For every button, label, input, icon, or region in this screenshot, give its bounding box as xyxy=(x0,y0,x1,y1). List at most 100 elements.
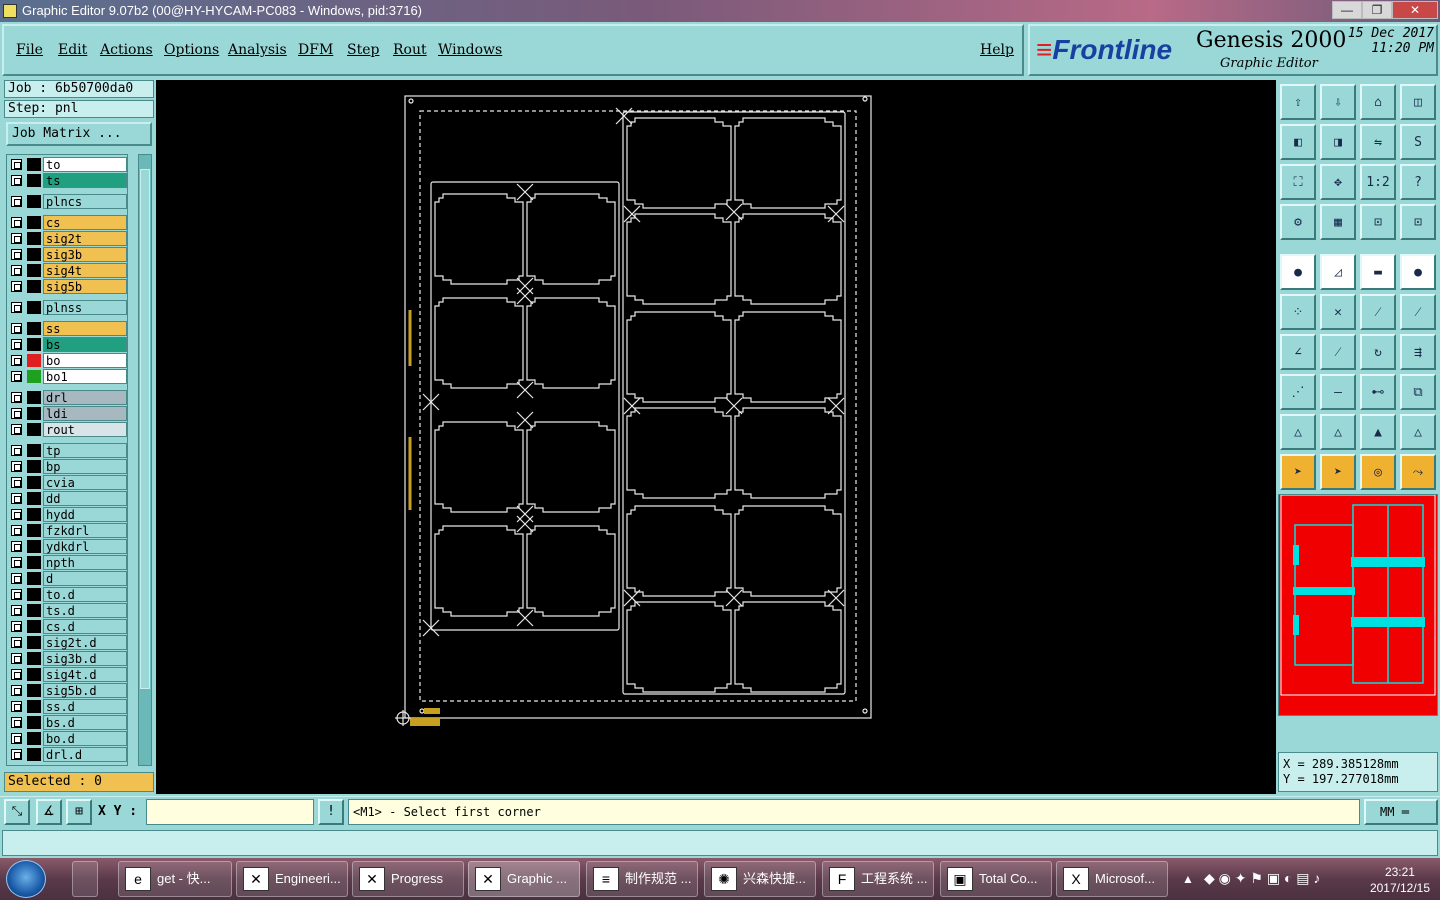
layer-checkbox[interactable] xyxy=(11,669,22,680)
menu-options[interactable]: Options xyxy=(164,42,219,58)
layer-row-tp[interactable]: tp xyxy=(9,443,127,458)
layer-name[interactable]: bo xyxy=(43,353,127,368)
layer-name[interactable]: bp xyxy=(43,459,127,474)
layer-checkbox[interactable] xyxy=(11,701,22,712)
group-icon[interactable]: ⧉ xyxy=(1400,374,1436,410)
layer-checkbox[interactable] xyxy=(11,233,22,244)
layer-name[interactable]: cs.d xyxy=(43,619,127,634)
layer-name[interactable]: tp xyxy=(43,443,127,458)
pinned-app-icon[interactable] xyxy=(72,861,98,897)
layer-row-d[interactable]: d xyxy=(9,571,127,586)
layer-name[interactable]: cs xyxy=(43,215,127,230)
minimize-button[interactable]: — xyxy=(1332,1,1362,19)
task-graphic[interactable]: ✕ Graphic ... xyxy=(468,861,580,897)
layer-row-npth[interactable]: npth xyxy=(9,555,127,570)
zoom-fit-icon[interactable]: ⛶ xyxy=(1280,164,1316,200)
layer-checkbox[interactable] xyxy=(11,493,22,504)
tray-clock[interactable]: 23:21 2017/12/15 xyxy=(1370,864,1430,896)
layer-checkbox[interactable] xyxy=(11,525,22,536)
draw-icon[interactable]: ⁄ xyxy=(1320,334,1356,370)
zoom-area-icon[interactable]: ⤡ xyxy=(4,799,30,825)
layer-row-cs[interactable]: cs xyxy=(9,215,127,230)
layer-checkbox[interactable] xyxy=(11,249,22,260)
layer-row-ss[interactable]: ss xyxy=(9,321,127,336)
layer-checkbox[interactable] xyxy=(11,541,22,552)
layer-row-bo.d[interactable]: bo.d xyxy=(9,731,127,746)
step-left-icon[interactable]: ◧ xyxy=(1280,124,1316,160)
layer-name[interactable]: ts xyxy=(43,173,127,188)
layer-name[interactable]: d xyxy=(43,571,127,586)
layer-row-to.d[interactable]: to.d xyxy=(9,587,127,602)
layer-row-to[interactable]: to xyxy=(9,157,127,172)
grid-icon[interactable]: ▦ xyxy=(1320,204,1356,240)
layer-checkbox[interactable] xyxy=(11,217,22,228)
angle-icon[interactable]: ∠ xyxy=(1280,334,1316,370)
settings-icon[interactable]: ⚙ xyxy=(1280,204,1316,240)
task-spec[interactable]: ≡ 制作规范 ... xyxy=(586,861,698,897)
menu-actions[interactable]: Actions xyxy=(100,42,153,58)
pointer-icon[interactable]: ➤ xyxy=(1280,454,1316,490)
snap-grid-icon[interactable]: ⊞ xyxy=(66,799,92,825)
task-excel[interactable]: X Microsof... xyxy=(1056,861,1168,897)
net-icon[interactable]: ⁘ xyxy=(1280,294,1316,330)
layer-name[interactable]: ldi xyxy=(43,406,127,421)
layer-row-bo1[interactable]: bo1 xyxy=(9,369,127,384)
layer-name[interactable]: ydkdrl xyxy=(43,539,127,554)
select-icon[interactable]: ➤ xyxy=(1320,454,1356,490)
menu-analysis[interactable]: Analysis xyxy=(228,42,287,58)
arc-icon[interactable]: ↻ xyxy=(1360,334,1396,370)
step-right-icon[interactable]: ◨ xyxy=(1320,124,1356,160)
layer-name[interactable]: plnss xyxy=(43,300,127,315)
task-progress[interactable]: ✕ Progress xyxy=(352,861,464,897)
help-icon[interactable]: ? xyxy=(1400,164,1436,200)
layer-name[interactable]: sig5b xyxy=(43,279,127,294)
layer-checkbox[interactable] xyxy=(11,621,22,632)
layer-checkbox[interactable] xyxy=(11,408,22,419)
snap-active-icon[interactable]: ⊡ xyxy=(1400,204,1436,240)
dot-icon[interactable]: ● xyxy=(1400,254,1436,290)
layer-row-bs.d[interactable]: bs.d xyxy=(9,715,127,730)
menu-dfm[interactable]: DFM xyxy=(298,42,333,58)
graphic-canvas[interactable] xyxy=(156,80,1276,794)
select-pad-icon[interactable]: ● xyxy=(1280,254,1316,290)
layer-checkbox[interactable] xyxy=(11,461,22,472)
layer-row-hydd[interactable]: hydd xyxy=(9,507,127,522)
close-button[interactable]: ✕ xyxy=(1392,1,1438,19)
triangle-cut-icon[interactable]: △ xyxy=(1400,414,1436,450)
layer-checkbox[interactable] xyxy=(11,573,22,584)
menu-rout[interactable]: Rout xyxy=(393,42,427,58)
layer-checkbox[interactable] xyxy=(11,281,22,292)
menu-windows[interactable]: Windows xyxy=(438,42,502,58)
home-icon[interactable]: ⌂ xyxy=(1360,84,1396,120)
layer-name[interactable]: sig4t xyxy=(43,263,127,278)
layer-name[interactable]: npth xyxy=(43,555,127,570)
layer-checkbox[interactable] xyxy=(11,339,22,350)
layer-row-sig5b[interactable]: sig5b xyxy=(9,279,127,294)
layer-row-drl[interactable]: drl xyxy=(9,390,127,405)
layer-row-sig2t.d[interactable]: sig2t.d xyxy=(9,635,127,650)
triangle-up-icon[interactable]: △ xyxy=(1320,414,1356,450)
layer-checkbox[interactable] xyxy=(11,557,22,568)
layer-name[interactable]: cvia xyxy=(43,475,127,490)
layer-checkbox[interactable] xyxy=(11,159,22,170)
layer-checkbox[interactable] xyxy=(11,265,22,276)
layer-row-plnss[interactable]: plnss xyxy=(9,300,127,315)
layer-row-drl.d[interactable]: drl.d xyxy=(9,747,127,762)
layer-name[interactable]: rout xyxy=(43,422,127,437)
layer-checkbox[interactable] xyxy=(11,653,22,664)
xy-input[interactable] xyxy=(146,799,314,825)
vertex-icon[interactable]: ⋰ xyxy=(1280,374,1316,410)
layer-name[interactable]: bo.d xyxy=(43,731,127,746)
layer-row-sig4t[interactable]: sig4t xyxy=(9,263,127,278)
line-icon[interactable]: ⁄ xyxy=(1360,294,1396,330)
pins-icon[interactable]: ⇶ xyxy=(1400,334,1436,370)
line2-icon[interactable]: ⁄ xyxy=(1400,294,1436,330)
mirror-icon[interactable]: ⇋ xyxy=(1360,124,1396,160)
layer-row-cvia[interactable]: cvia xyxy=(9,475,127,490)
layer-row-ss.d[interactable]: ss.d xyxy=(9,699,127,714)
route-select-icon[interactable]: ⤳ xyxy=(1400,454,1436,490)
job-matrix-button[interactable]: Job Matrix ... xyxy=(6,122,152,146)
layer-row-sig2t[interactable]: sig2t xyxy=(9,231,127,246)
layer-checkbox[interactable] xyxy=(11,445,22,456)
layer-row-ts.d[interactable]: ts.d xyxy=(9,603,127,618)
